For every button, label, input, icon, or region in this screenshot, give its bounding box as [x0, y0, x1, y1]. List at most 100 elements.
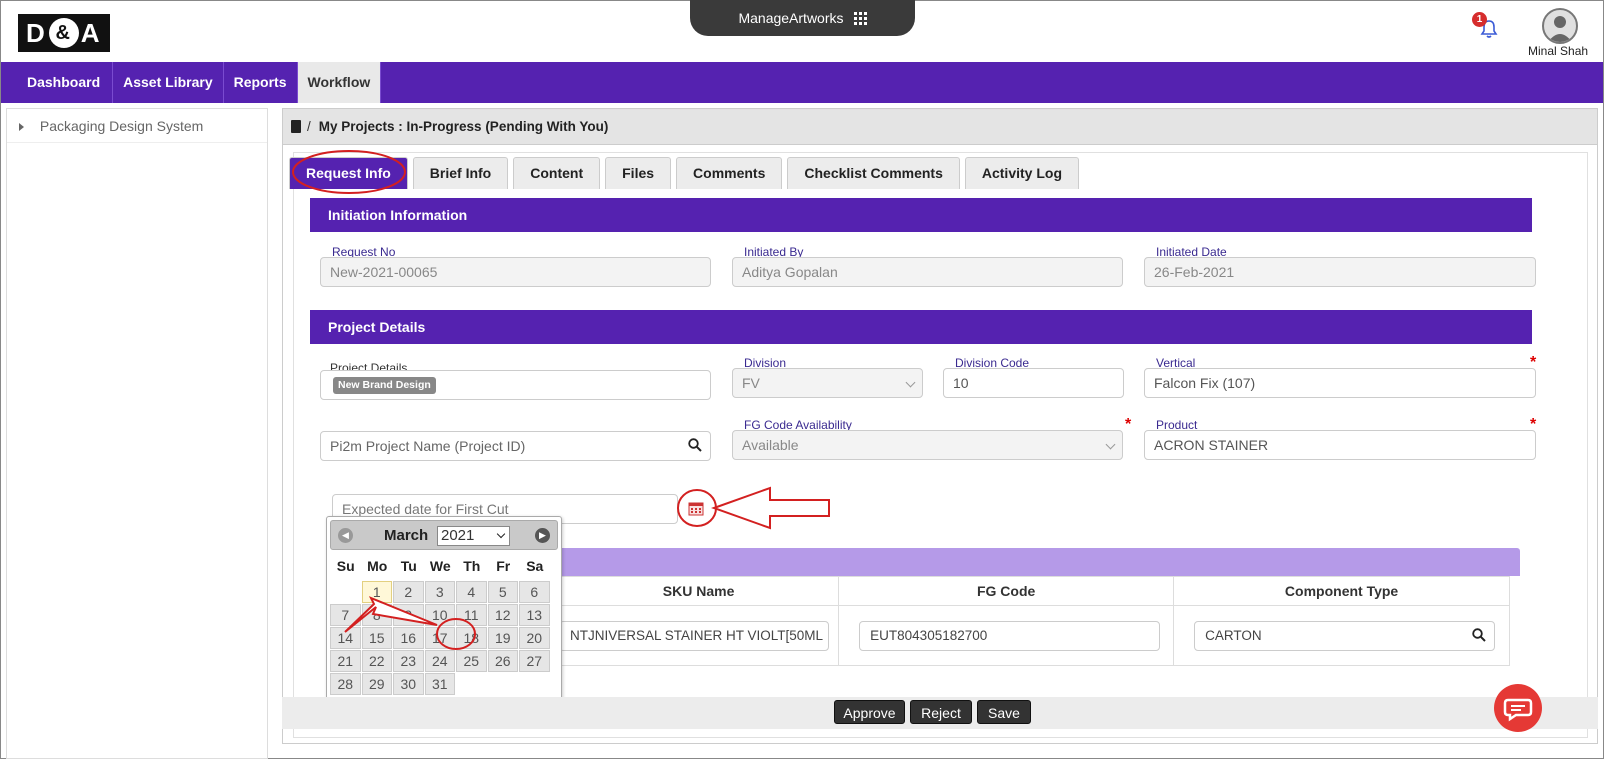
calendar-day-30[interactable]: 30 — [393, 673, 424, 695]
table-header-row: SKU Name FG Code Component Type — [557, 576, 1510, 606]
prev-month-button[interactable]: ◀ — [338, 528, 353, 543]
nav-dashboard[interactable]: Dashboard — [1, 62, 114, 103]
calendar-day-5[interactable]: 5 — [487, 581, 518, 603]
sidebar-item-packaging-design-system[interactable]: Packaging Design System — [7, 109, 267, 143]
sku-name-field[interactable]: NTJNIVERSAL STAINER HT VIOLT[50ML — [559, 621, 829, 651]
calendar-day-9[interactable]: 9 — [393, 604, 424, 626]
tab-request-info[interactable]: Request Info — [289, 157, 408, 189]
logo[interactable]: D & A — [18, 14, 110, 52]
notification-badge: 1 — [1472, 12, 1487, 27]
calendar-day-2[interactable]: 2 — [393, 581, 424, 603]
breadcrumb-separator: / — [307, 119, 311, 134]
calendar-day-8[interactable]: 8 — [361, 604, 392, 626]
calendar-month: March — [384, 527, 429, 544]
calendar-day-27[interactable]: 27 — [519, 650, 550, 672]
calendar-day-12[interactable]: 12 — [487, 604, 518, 626]
calendar-day-18[interactable]: 18 — [456, 627, 487, 649]
product-field[interactable]: ACRON STAINER — [1144, 430, 1536, 460]
calendar-day-7[interactable]: 7 — [330, 604, 361, 626]
calendar-day-31[interactable]: 31 — [424, 673, 455, 695]
column-header-sku-name: SKU Name — [557, 576, 840, 606]
grid-icon — [853, 11, 867, 25]
calendar-day-20[interactable]: 20 — [519, 627, 550, 649]
weekday-label: Sa — [526, 558, 544, 574]
nav-workflow[interactable]: Workflow — [297, 62, 382, 103]
calendar-day-10[interactable]: 10 — [424, 604, 455, 626]
calendar-day-28[interactable]: 28 — [330, 673, 361, 695]
nav-reports[interactable]: Reports — [224, 62, 298, 103]
calendar-day-17[interactable]: 17 — [424, 627, 455, 649]
app-switcher-label: ManageArtworks — [738, 10, 844, 26]
pi2m-placeholder: Pi2m Project Name (Project ID) — [330, 438, 526, 454]
calendar-day-14[interactable]: 14 — [330, 627, 361, 649]
calendar-day-16[interactable]: 16 — [393, 627, 424, 649]
calendar-day-3[interactable]: 3 — [424, 581, 455, 603]
save-button[interactable]: Save — [977, 700, 1031, 724]
table-row: NTJNIVERSAL STAINER HT VIOLT[50ML EUT804… — [557, 605, 1510, 666]
tab-files[interactable]: Files — [605, 157, 672, 189]
division-select: FV — [732, 368, 923, 398]
division-value: FV — [742, 375, 760, 391]
nav-asset-library[interactable]: Asset Library — [113, 62, 224, 103]
tab-brief-info[interactable]: Brief Info — [412, 157, 509, 189]
chevron-down-icon — [496, 529, 506, 539]
calendar-day-19[interactable]: 19 — [487, 627, 518, 649]
calendar-day-25[interactable]: 25 — [456, 650, 487, 672]
notification-bell[interactable]: 1 — [1472, 12, 1500, 40]
reject-button[interactable]: Reject — [910, 700, 972, 724]
fg-code-availability-select: Available — [732, 430, 1123, 460]
weekday-header: Su Mo Tu We Th Fr Sa — [330, 558, 558, 576]
calendar-day-6[interactable]: 6 — [519, 581, 550, 603]
column-header-component-type: Component Type — [1173, 576, 1510, 606]
calendar-day-29[interactable]: 29 — [361, 673, 392, 695]
tab-activity-log[interactable]: Activity Log — [964, 157, 1079, 189]
fg-code-field[interactable]: EUT804305182700 — [859, 621, 1161, 651]
next-month-button[interactable]: ▶ — [535, 528, 550, 543]
tab-comments[interactable]: Comments — [676, 157, 783, 189]
vertical-field[interactable]: Falcon Fix (107) — [1144, 368, 1536, 398]
calendar-day-26[interactable]: 26 — [487, 650, 518, 672]
required-marker: * — [1530, 416, 1537, 433]
column-header-fg-code: FG Code — [838, 576, 1175, 606]
sidebar: Packaging Design System — [6, 108, 268, 759]
app-switcher[interactable]: ManageArtworks — [690, 0, 915, 36]
calendar-icon[interactable] — [688, 500, 704, 516]
search-icon[interactable] — [688, 438, 702, 452]
division-code-field[interactable]: 10 — [943, 368, 1124, 398]
book-icon — [291, 120, 301, 133]
calendar-empty-cell — [330, 581, 361, 603]
calendar-day-23[interactable]: 23 — [393, 650, 424, 672]
calendar-day-15[interactable]: 15 — [361, 627, 392, 649]
request-no-field: New-2021-00065 — [320, 257, 711, 287]
calendar-year-select[interactable]: 2021 — [437, 526, 510, 546]
weekday-label: Fr — [496, 558, 511, 574]
component-type-cell: CARTON — [1173, 605, 1510, 666]
calendar-day-13[interactable]: 13 — [519, 604, 550, 626]
tab-content[interactable]: Content — [513, 157, 601, 189]
weekday-label: Su — [336, 558, 355, 574]
initiated-by-field: Aditya Gopalan — [732, 257, 1123, 287]
project-details-field[interactable]: New Brand Design — [320, 370, 711, 400]
calendar-day-4[interactable]: 4 — [456, 581, 487, 603]
calendar-day-11[interactable]: 11 — [456, 604, 487, 626]
calendar-day-22[interactable]: 22 — [361, 650, 392, 672]
tab-bar: Request Info Brief Info Content Files Co… — [289, 157, 1084, 189]
weekday-label: Th — [463, 558, 481, 574]
tab-checklist-comments[interactable]: Checklist Comments — [787, 157, 960, 189]
calendar-day-1[interactable]: 1 — [361, 581, 392, 603]
avatar[interactable] — [1542, 8, 1578, 44]
component-type-field[interactable]: CARTON — [1194, 621, 1496, 651]
weekday-label: We — [429, 558, 451, 574]
calendar-day-21[interactable]: 21 — [330, 650, 361, 672]
sku-name-cell: NTJNIVERSAL STAINER HT VIOLT[50ML — [557, 605, 840, 666]
sidebar-item-label: Packaging Design System — [39, 118, 204, 134]
calendar-day-24[interactable]: 24 — [424, 650, 455, 672]
user-icon — [1548, 16, 1572, 42]
approve-button[interactable]: Approve — [834, 700, 905, 724]
chat-button[interactable] — [1494, 684, 1542, 732]
section-project-details-header: Project Details — [310, 310, 1532, 344]
pi2m-project-search-input[interactable]: Pi2m Project Name (Project ID) — [320, 431, 711, 461]
fg-code-availability-value: Available — [742, 437, 799, 453]
logo-text: D & A — [18, 14, 110, 52]
search-icon[interactable] — [1472, 628, 1486, 642]
